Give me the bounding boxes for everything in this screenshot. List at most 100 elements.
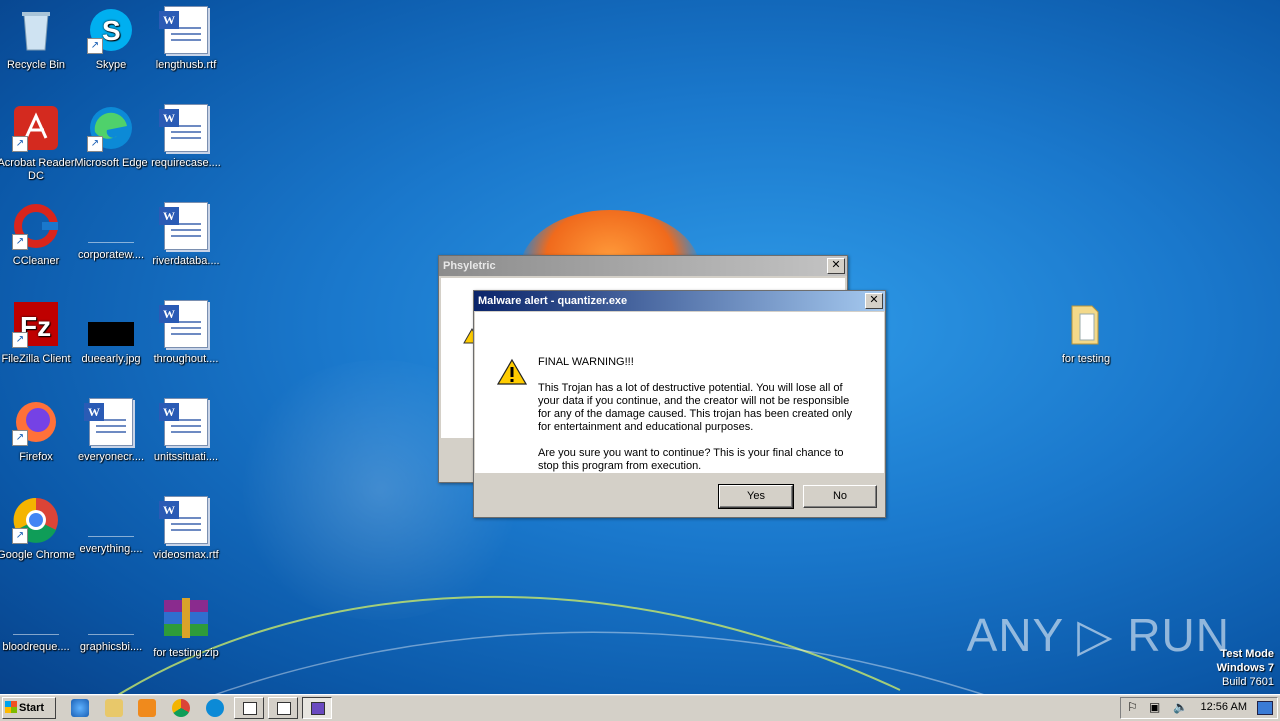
desktop-icon-label: for testing <box>1061 353 1111 365</box>
skype-icon: S ↗ <box>87 6 135 54</box>
flag-icon[interactable]: ⚐ <box>1127 700 1138 714</box>
background-window-titlebar[interactable]: Phsyletric ✕ <box>439 256 847 276</box>
desktop-icon-label: Firefox <box>19 451 53 463</box>
desktop-icon-acrobat[interactable]: ↗ Acrobat Reader DC <box>0 104 75 183</box>
shortcut-arrow-icon: ↗ <box>12 528 28 544</box>
show-desktop-icon[interactable] <box>1257 701 1273 715</box>
desktop-icon-videosmax[interactable]: W videosmax.rtf <box>147 496 225 562</box>
desktop-icon-dueearly[interactable]: dueearly.jpg <box>72 300 150 366</box>
winrar-archive-icon <box>162 594 210 642</box>
desktop-icon-edge[interactable]: ↗ Microsoft Edge <box>72 104 150 170</box>
close-button[interactable]: ✕ <box>827 258 845 274</box>
desktop-icon-riverdataba[interactable]: W riverdataba.... <box>147 202 225 268</box>
taskbar-window-button-3[interactable] <box>302 697 332 719</box>
desktop-icon-ccleaner[interactable]: ↗ CCleaner <box>0 202 75 268</box>
shortcut-arrow-icon: ↗ <box>12 234 28 250</box>
edge-icon: ↗ <box>87 104 135 152</box>
test-mode-line: Test Mode <box>1220 648 1274 660</box>
shortcut-arrow-icon: ↗ <box>12 136 28 152</box>
window-icon <box>311 702 325 715</box>
desktop-icon-filezilla[interactable]: Fz ↗ FileZilla Client <box>0 300 75 366</box>
desktop-icon-recycle-bin[interactable]: Recycle Bin <box>0 6 75 72</box>
firefox-icon: ↗ <box>12 398 60 446</box>
start-label: Start <box>19 702 45 714</box>
dialog-paragraph-1: This Trojan has a lot of destructive pot… <box>538 382 853 433</box>
taskbar-window-button-2[interactable] <box>268 697 298 719</box>
recycle-bin-icon <box>12 6 60 54</box>
word-document-icon: W <box>159 300 208 348</box>
shortcut-arrow-icon: ↗ <box>12 332 28 348</box>
desktop-icon-label: everything.... <box>79 543 143 555</box>
yes-button[interactable]: Yes <box>718 484 794 509</box>
desktop-icon-label: dueearly.jpg <box>81 353 141 365</box>
folder-icon <box>1062 300 1110 348</box>
desktop-icon-unitssituati[interactable]: W unitssituati.... <box>147 398 225 464</box>
desktop-icon-graphicsbi[interactable]: graphicsbi.... <box>72 594 150 654</box>
desktop-icon-lengthusb[interactable]: W lengthusb.rtf <box>147 6 225 72</box>
close-button[interactable]: ✕ <box>865 293 883 309</box>
dialog-paragraph-2: Are you sure you want to continue? This … <box>538 447 844 472</box>
start-button[interactable]: Start <box>2 697 56 719</box>
word-document-icon: W <box>159 202 208 250</box>
warning-icon <box>497 358 527 385</box>
shortcut-arrow-icon: ↗ <box>87 136 103 152</box>
desktop-icon-corporatew[interactable]: corporatew.... <box>72 202 150 262</box>
malware-alert-dialog[interactable]: Malware alert - quantizer.exe ✕ FINAL WA… <box>473 290 886 518</box>
desktop-icon-label: Skype <box>95 59 127 71</box>
network-icon[interactable]: ▣ <box>1149 700 1160 714</box>
window-icon <box>243 702 257 715</box>
desktop-icon-everyonecr[interactable]: W everyonecr.... <box>72 398 150 464</box>
desktop-icon-for-testing-folder[interactable]: for testing <box>1047 300 1125 366</box>
desktop-icon-everything[interactable]: everything.... <box>72 496 150 556</box>
taskbar-window-button-1[interactable] <box>234 697 264 719</box>
desktop-icon-label: FileZilla Client <box>1 353 71 365</box>
desktop-icon-label: graphicsbi.... <box>79 641 143 653</box>
no-button[interactable]: No <box>803 485 877 508</box>
anyrun-watermark: ANY ▷ RUN <box>966 609 1230 661</box>
test-mode-text: Test Mode Windows 7 Build 7601 <box>1217 647 1274 689</box>
desktop-icon-throughout[interactable]: W throughout.... <box>147 300 225 366</box>
blank-file-icon <box>13 616 59 635</box>
dialog-heading: FINAL WARNING!!! <box>538 356 634 368</box>
desktop-icon-requirecase[interactable]: W requirecase.... <box>147 104 225 170</box>
shortcut-arrow-icon: ↗ <box>12 430 28 446</box>
desktop-icon-label: throughout.... <box>153 353 219 365</box>
file-explorer-icon[interactable] <box>105 699 123 717</box>
desktop-icon-label: requirecase.... <box>151 157 221 169</box>
blank-file-icon <box>88 224 134 243</box>
desktop-icon-label: Recycle Bin <box>6 59 66 71</box>
image-file-icon <box>87 300 135 348</box>
desktop-icon-skype[interactable]: S ↗ Skype <box>72 6 150 72</box>
word-document-icon: W <box>159 398 208 446</box>
desktop-icon-firefox[interactable]: ↗ Firefox <box>0 398 75 464</box>
desktop-icon-label: bloodreque.... <box>2 641 70 653</box>
word-document-icon: W <box>159 496 208 544</box>
system-tray: ⚐ ▣ 🔈 12:56 AM <box>1120 697 1278 719</box>
filezilla-icon: Fz ↗ <box>12 300 60 348</box>
window-icon <box>277 702 291 715</box>
windows-version-line: Windows 7 <box>1216 662 1274 674</box>
clock[interactable]: 12:56 AM <box>1201 701 1247 713</box>
chrome-taskbar-icon[interactable] <box>172 699 190 717</box>
windows-logo-icon <box>5 701 17 713</box>
ccleaner-icon: ↗ <box>12 202 60 250</box>
desktop-icon-label: lengthusb.rtf <box>155 59 217 71</box>
desktop-icon-bloodreque[interactable]: bloodreque.... <box>0 594 75 654</box>
svg-text:S: S <box>102 15 121 46</box>
window-title: Phsyletric <box>443 260 496 272</box>
volume-icon[interactable]: 🔈 <box>1173 700 1188 714</box>
word-document-icon: W <box>159 104 208 152</box>
chrome-icon: ↗ <box>12 496 60 544</box>
desktop-icon-chrome[interactable]: ↗ Google Chrome <box>0 496 75 562</box>
desktop-icon-label: for testing.zip <box>153 647 219 659</box>
desktop-icon-label: everyonecr.... <box>77 451 145 463</box>
edge-taskbar-icon[interactable] <box>206 699 224 717</box>
desktop-icon-label: corporatew.... <box>77 249 145 261</box>
desktop-icon-for-testing-zip[interactable]: for testing.zip <box>147 594 225 660</box>
media-player-icon[interactable] <box>138 699 156 717</box>
acrobat-icon: ↗ <box>12 104 60 152</box>
desktop-icon-label: Microsoft Edge <box>74 157 148 169</box>
desktop-icon-label: Google Chrome <box>0 549 75 561</box>
internet-explorer-icon[interactable] <box>71 699 89 717</box>
dialog-titlebar[interactable]: Malware alert - quantizer.exe ✕ <box>474 291 885 311</box>
